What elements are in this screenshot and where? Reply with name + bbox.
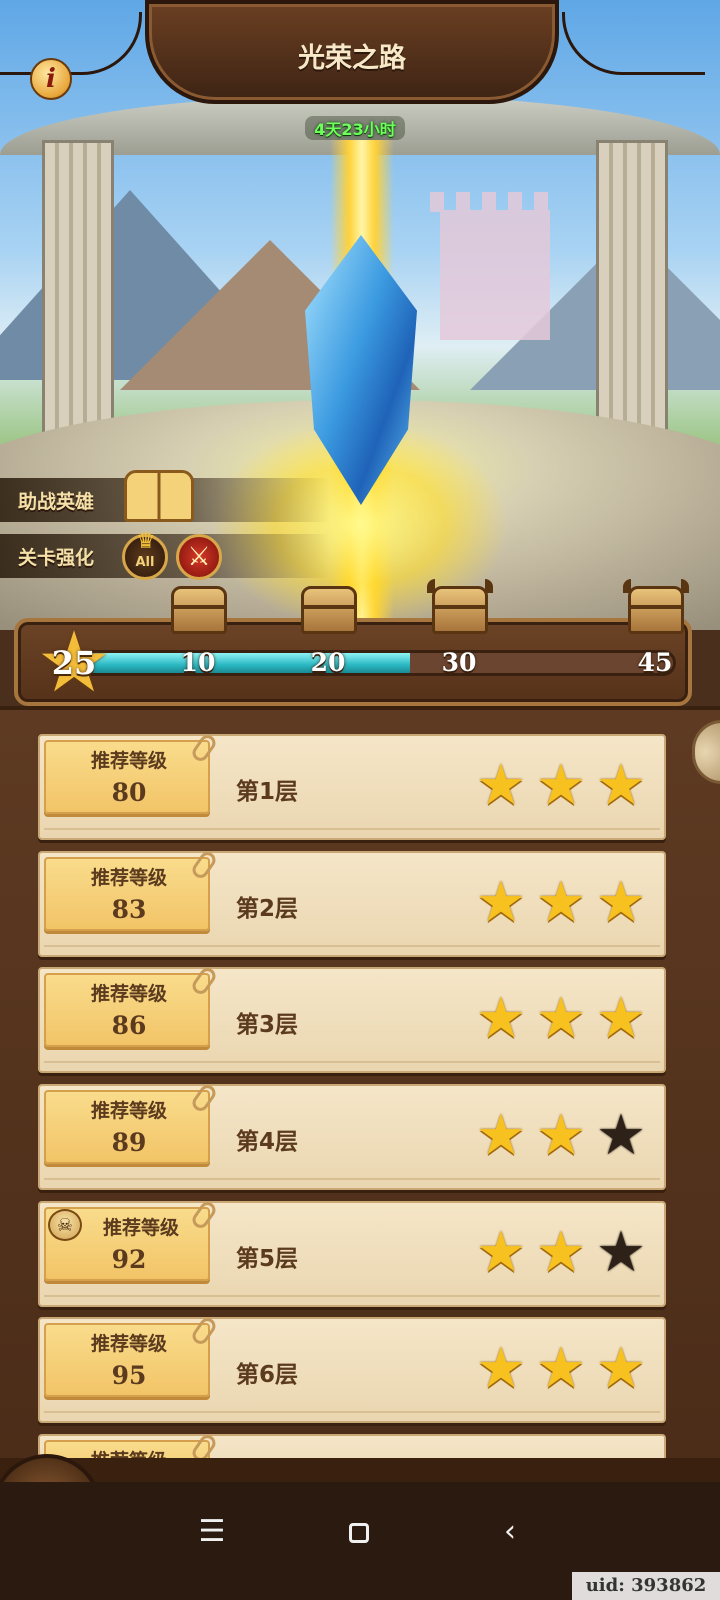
filled-star-icon: ★ bbox=[535, 753, 587, 818]
recent-apps-button[interactable]: ☰ bbox=[182, 1502, 242, 1562]
floor-card[interactable]: 推荐等级 83 第2层 ★ ★ ★ bbox=[38, 848, 666, 957]
star-progress-fill bbox=[83, 653, 411, 673]
horned-chest-icon[interactable] bbox=[623, 579, 689, 634]
recommended-level-value: 95 bbox=[111, 1361, 147, 1390]
filled-star-icon: ★ bbox=[595, 1336, 647, 1401]
filled-star-icon: ★ bbox=[475, 1103, 527, 1168]
filled-star-icon: ★ bbox=[595, 753, 647, 818]
recommended-level-label: 推荐等级 bbox=[90, 1333, 167, 1355]
filled-star-icon: ★ bbox=[535, 870, 587, 935]
recommended-level-label: 推荐等级 bbox=[90, 983, 167, 1005]
recommended-level-label: 推荐等级 bbox=[90, 1100, 167, 1122]
game-bottom-bar bbox=[0, 1458, 720, 1482]
floor-card[interactable]: 推荐等级 89 第4层 ★ ★ ★ bbox=[38, 1081, 666, 1190]
book-icon[interactable] bbox=[124, 470, 194, 522]
recommended-level-box: 推荐等级 86 bbox=[44, 964, 219, 1047]
treasure-chest-icon[interactable] bbox=[171, 586, 227, 634]
star-rating: ★ ★ ★ bbox=[472, 1108, 652, 1164]
floor-card[interactable]: 推荐等级 80 第1层 ★ ★ ★ bbox=[38, 731, 666, 840]
filled-star-icon: ★ bbox=[475, 986, 527, 1051]
floor-card[interactable]: 推荐等级 86 第3层 ★ ★ ★ bbox=[38, 964, 666, 1073]
filled-star-icon: ★ bbox=[475, 753, 527, 818]
pillar-right bbox=[596, 140, 668, 440]
recommended-level-value: 86 bbox=[111, 1011, 147, 1040]
sword-icon[interactable]: ⚔ bbox=[176, 534, 222, 580]
star-rating: ★ ★ ★ bbox=[472, 1341, 652, 1397]
helper-heroes-row[interactable]: 助战英雄 bbox=[0, 470, 330, 522]
recommended-level-label: 推荐等级 bbox=[102, 1217, 179, 1239]
stage-boost-row[interactable]: 关卡强化 All ⚔ bbox=[0, 527, 330, 580]
info-button[interactable]: i bbox=[30, 58, 72, 100]
event-timer: 4天23小时 bbox=[305, 116, 405, 140]
treasure-chest-icon[interactable] bbox=[301, 586, 357, 634]
horned-chest-icon[interactable] bbox=[427, 579, 493, 634]
recommended-level-label: 推荐等级 bbox=[90, 750, 167, 772]
castle bbox=[430, 192, 560, 340]
recommended-level-box: 推荐等级 80 bbox=[44, 731, 219, 814]
recommended-level-value: 83 bbox=[111, 895, 147, 924]
recommended-level-label: 推荐等级 bbox=[90, 867, 167, 889]
filled-star-icon: ★ bbox=[535, 986, 587, 1051]
floor-name: 第1层 bbox=[236, 779, 299, 805]
recommended-level-value: 92 bbox=[111, 1245, 147, 1274]
floor-name: 第6层 bbox=[236, 1362, 299, 1388]
floor-name: 第5层 bbox=[236, 1246, 299, 1272]
filled-star-icon: ★ bbox=[595, 870, 647, 935]
home-button[interactable] bbox=[329, 1502, 389, 1562]
recommended-level-box: 推荐等级 83 bbox=[44, 848, 219, 931]
filled-star-icon: ★ bbox=[475, 1336, 527, 1401]
page-title: 光荣之路 bbox=[298, 43, 406, 74]
filled-star-icon: ★ bbox=[535, 1103, 587, 1168]
floor-name: 第2层 bbox=[236, 896, 299, 922]
star-rating: ★ ★ ★ bbox=[472, 991, 652, 1047]
current-stars-count: 25 bbox=[51, 644, 97, 682]
system-back-button[interactable]: ‹ bbox=[480, 1502, 540, 1562]
empty-star-icon: ★ bbox=[595, 1103, 647, 1168]
filled-star-icon: ★ bbox=[535, 1336, 587, 1401]
empty-star-icon: ★ bbox=[595, 1220, 647, 1285]
floor-card[interactable]: ☠ 推荐等级 92 第5层 ★ ★ ★ bbox=[38, 1198, 666, 1307]
recommended-level-box: 推荐等级 95 bbox=[44, 1314, 219, 1397]
stage-boost-label: 关卡强化 bbox=[18, 547, 95, 569]
recommended-level-box: 推荐等级 89 bbox=[44, 1081, 219, 1164]
helper-heroes-label: 助战英雄 bbox=[18, 491, 95, 513]
floor-name: 第4层 bbox=[236, 1129, 299, 1155]
user-id-label: uid: 393862 bbox=[572, 1572, 720, 1600]
floor-card[interactable]: 推荐等级 95 第6层 ★ ★ ★ bbox=[38, 1314, 666, 1423]
milestone-label: 20 bbox=[310, 648, 346, 677]
milestone-label: 45 bbox=[637, 648, 673, 677]
recommended-level-value: 80 bbox=[111, 778, 147, 807]
home-icon bbox=[349, 1522, 369, 1543]
milestone-label: 10 bbox=[180, 648, 216, 677]
star-rating: ★ ★ ★ bbox=[472, 758, 652, 814]
floor-name: 第3层 bbox=[236, 1012, 299, 1038]
star-progress-track bbox=[80, 650, 676, 676]
recommended-level-value: 89 bbox=[111, 1128, 147, 1157]
milestone-label: 30 bbox=[441, 648, 477, 677]
star-rating: ★ ★ ★ bbox=[472, 875, 652, 931]
crown-all-icon[interactable]: All bbox=[122, 527, 168, 580]
filled-star-icon: ★ bbox=[475, 1220, 527, 1285]
recommended-level-box: ☠ 推荐等级 92 bbox=[44, 1198, 219, 1281]
filled-star-icon: ★ bbox=[535, 1220, 587, 1285]
filled-star-icon: ★ bbox=[475, 870, 527, 935]
star-rating: ★ ★ ★ bbox=[472, 1225, 652, 1281]
pillar-left bbox=[42, 140, 114, 440]
filled-star-icon: ★ bbox=[595, 986, 647, 1051]
